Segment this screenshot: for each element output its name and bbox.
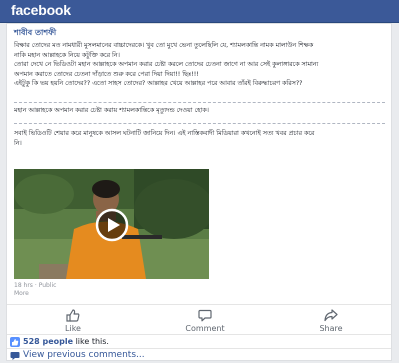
- facebook-post-page: facebook শাবীব তাশফী বিক্ষার তোদের মত না…: [0, 0, 399, 363]
- likes-summary: 528 people like this.: [7, 334, 391, 349]
- video-player[interactable]: [14, 169, 209, 279]
- post-paragraph: বিক্ষার তোদের মত নামধারী মুসলমানের বাচ্চ…: [14, 42, 314, 49]
- post-paragraph: অপমান করাতে তোদের চেতনা দাঁড়াতে শুরু কর…: [14, 70, 199, 78]
- like-button[interactable]: Like: [33, 309, 113, 333]
- like-label: Like: [65, 324, 81, 333]
- post-card: শাবীব তাশফী বিক্ষার তোদের মত নামধারী মুস…: [6, 23, 392, 361]
- post-paragraph: নাকি মহান আল্লাহকে নিয়ে কটুক্তি করে নি।: [14, 51, 120, 59]
- more-link[interactable]: More: [14, 290, 29, 297]
- facebook-logo[interactable]: facebook: [11, 2, 71, 18]
- view-previous-comments[interactable]: View previous comments...: [7, 348, 391, 362]
- speech-bubble-icon: [198, 309, 212, 322]
- play-icon[interactable]: [95, 208, 129, 242]
- post-closing-block: সবাই ভিডিওটি শেয়ার করে মানুষকে আসল ঘটনা…: [14, 129, 385, 148]
- share-label: Share: [319, 324, 343, 333]
- share-arrow-icon: [324, 309, 338, 322]
- post-author[interactable]: শাবীব তাশফী: [14, 27, 56, 40]
- top-bar: facebook: [0, 0, 399, 23]
- text-divider: [14, 123, 385, 124]
- comment-label: Comment: [185, 324, 225, 333]
- post-text: বিক্ষার তোদের মত নামধারী মুসলমানের বাচ্চ…: [14, 41, 385, 89]
- text-divider: [14, 102, 385, 103]
- post-closing-line: সবাই ভিডিওটি শেয়ার করে মানুষকে আসল ঘটনা…: [14, 130, 315, 137]
- post-highlight-block: মহান আল্লাহকে অপমান করার চেষ্টা করায় শ্…: [14, 106, 385, 116]
- likes-suffix: like this.: [73, 337, 109, 346]
- comment-icon: [10, 352, 20, 360]
- thumbs-up-icon: [66, 309, 80, 322]
- view-previous-label: View previous comments...: [23, 350, 145, 360]
- like-reaction-icon: [10, 337, 20, 347]
- comment-button[interactable]: Comment: [165, 309, 245, 333]
- likes-text: 528 people like this.: [23, 337, 109, 346]
- meta-separator: ·: [34, 282, 37, 289]
- likes-count[interactable]: 528 people: [23, 337, 73, 346]
- post-closing-line: নি।: [14, 139, 22, 147]
- post-paragraph: তোরা দেখে নে ভিডিওটা মহান আল্লাহকে অপমান…: [14, 61, 319, 69]
- post-meta: 18 hrs · Public More: [14, 282, 56, 298]
- post-paragraph: এইটুকু কি ভয় হয়নি তোদের?? এতো সাহস তোদ…: [14, 80, 303, 88]
- post-highlight: মহান আল্লাহকে অপমান করার চেষ্টা করায় শ্…: [14, 107, 209, 114]
- share-button[interactable]: Share: [291, 309, 371, 333]
- post-actions-bar: Like Comment Share: [7, 304, 391, 335]
- privacy-label: Public: [38, 282, 57, 289]
- post-timestamp[interactable]: 18 hrs: [14, 282, 33, 289]
